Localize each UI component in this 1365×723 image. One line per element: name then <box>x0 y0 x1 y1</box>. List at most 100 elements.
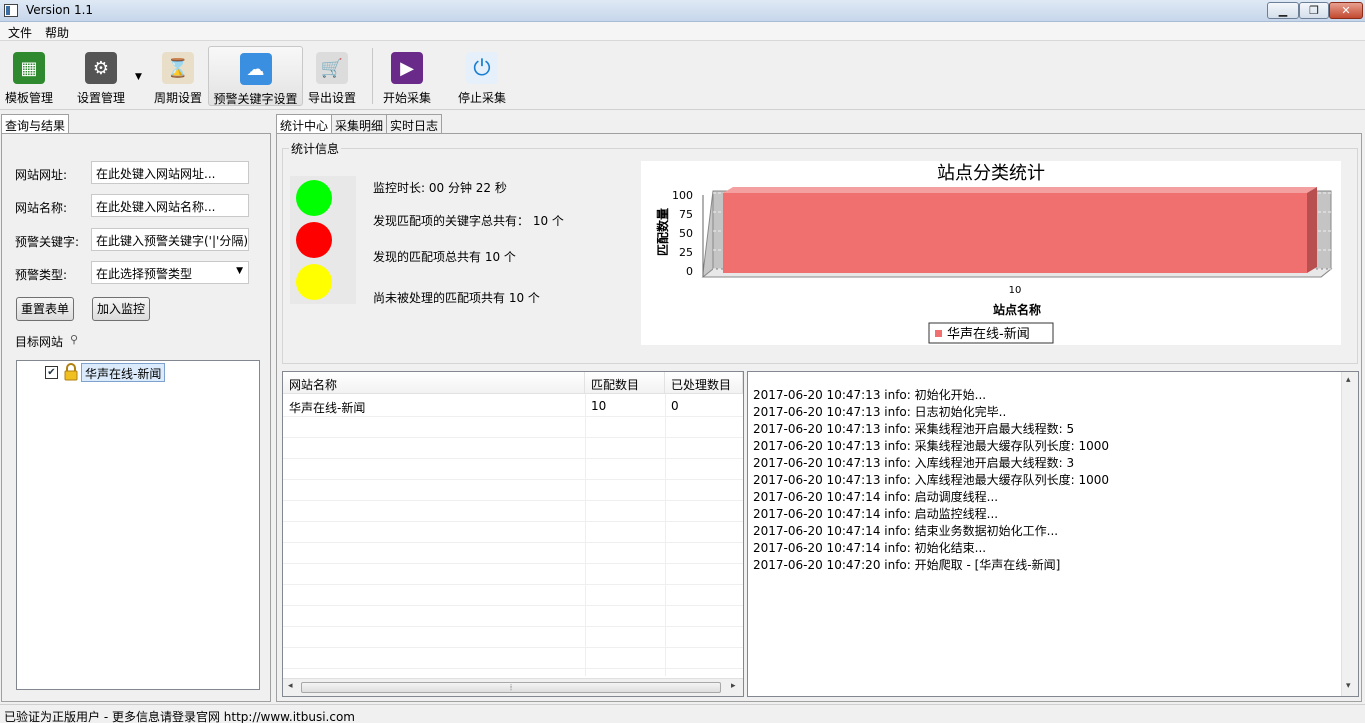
chart-x-tick-label: 10 <box>1009 285 1022 296</box>
grid-column-line <box>585 394 586 676</box>
chart-svg: 站点分类统计 0 25 50 75 100 10 站点名称 匹配数量 华声在线-新闻 <box>655 163 1333 344</box>
alert-keyword-settings-button[interactable]: ☁ 预警关键字设置 <box>208 46 303 106</box>
grid-row-line <box>283 584 743 585</box>
grid-row-line <box>283 605 743 606</box>
status-lights <box>290 176 356 304</box>
tab-query-results[interactable]: 查询与结果 <box>1 114 70 134</box>
column-header-site-name[interactable]: 网站名称 <box>283 372 585 394</box>
scrollbar-thumb[interactable]: ⦙ <box>301 682 721 693</box>
scroll-right-icon[interactable]: ▸ <box>731 681 736 691</box>
red-light-icon <box>296 222 332 258</box>
log-line: 2017-06-20 10:47:13 info: 入库线程池最大缓存队列长度:… <box>753 473 1110 487</box>
horizontal-scrollbar[interactable]: ◂ ⦙ ▸ <box>283 678 743 696</box>
settings-dropdown-arrow[interactable]: ▼ <box>135 72 142 82</box>
lock-icon <box>64 363 78 381</box>
column-header-processed-count[interactable]: 已处理数目 <box>665 372 743 394</box>
minimize-button[interactable]: ▁ <box>1267 2 1299 19</box>
name-label: 网站名称: <box>15 201 68 215</box>
tab-realtime-log[interactable]: 实时日志 <box>386 114 443 134</box>
settings-manage-button[interactable]: ⚙ 设置管理 <box>70 46 132 106</box>
close-button[interactable]: ✕ <box>1329 2 1363 19</box>
toolbar: ▦ 模板管理 ⚙ 设置管理 ▼ ⌛ 周期设置 ☁ 预警关键字设置 🛒 导出设置 … <box>0 42 1365 110</box>
log-line: 2017-06-20 10:47:13 info: 入库线程池开启最大线程数: … <box>753 456 1075 470</box>
stats-group-title: 统计信息 <box>289 140 342 157</box>
log-line: 2017-06-20 10:47:13 info: 初始化开始... <box>753 388 987 402</box>
type-label: 预警类型: <box>15 268 68 282</box>
grid-row-line <box>283 647 743 648</box>
gear-icon: ⚙ <box>85 52 117 84</box>
keyword-input[interactable]: 在此键入预警关键字('|'分隔) <box>91 228 249 251</box>
chart-bar-top <box>723 187 1317 193</box>
chart-y-tick-label: 25 <box>679 246 693 259</box>
url-input[interactable]: 在此处键入网站网址... <box>91 161 249 184</box>
log-line: 2017-06-20 10:47:14 info: 启动监控线程... <box>753 507 999 521</box>
log-line: 2017-06-20 10:47:14 info: 启动调度线程... <box>753 490 999 504</box>
menu-bar: 文件 帮助 <box>0 22 1365 41</box>
monitor-duration: 监控时长: 00 分钟 22 秒 <box>373 181 507 195</box>
power-icon: ⏻ <box>466 52 498 84</box>
reset-form-button[interactable]: 重置表单 <box>16 297 74 321</box>
circuit-board-icon: ▦ <box>13 52 45 84</box>
url-label: 网站网址: <box>15 168 68 182</box>
maximize-button[interactable]: ❐ <box>1299 2 1329 19</box>
title-bar: Version 1.1 ▁ ❐ ✕ <box>0 0 1365 22</box>
period-settings-button[interactable]: ⌛ 周期设置 <box>150 46 206 106</box>
chart-bar-side <box>1307 187 1317 273</box>
chart-y-tick-label: 0 <box>686 265 693 278</box>
name-input[interactable]: 在此处键入网站名称... <box>91 194 249 217</box>
grid-row-line <box>283 521 743 522</box>
query-panel: 网站网址: 在此处键入网站网址... 网站名称: 在此处键入网站名称... 预警… <box>1 133 271 702</box>
log-line: 2017-06-20 10:47:14 info: 初始化结束... <box>753 541 987 555</box>
log-line: 2017-06-20 10:47:13 info: 日志初始化完毕.. <box>753 405 1007 419</box>
menu-help[interactable]: 帮助 <box>45 24 69 41</box>
grid-row-line <box>283 668 743 669</box>
grid-row-line <box>283 626 743 627</box>
log-output[interactable]: 2017-06-20 10:47:13 info: 初始化开始... 2017-0… <box>747 371 1359 697</box>
tab-stats-center[interactable]: 统计中心 <box>276 114 333 134</box>
site-stats-table: 网站名称 匹配数目 已处理数目 华声在线-新闻 10 0 ◂ ⦙ ▸ <box>282 371 744 697</box>
scroll-down-icon[interactable]: ▾ <box>1346 681 1351 691</box>
site-category-chart: 站点分类统计 0 25 50 75 100 10 站点名称 匹配数量 华声在线-新闻 <box>641 161 1341 345</box>
chevron-down-icon: ▼ <box>236 266 243 276</box>
status-bar: 已验证为正版用户 - 更多信息请登录官网 http://www.itbusi.c… <box>0 704 1365 723</box>
grid-column-line <box>665 394 666 676</box>
chart-y-axis-label: 匹配数量 <box>655 208 670 256</box>
log-line: 2017-06-20 10:47:20 info: 开始爬取 - [华声在线-新… <box>753 558 1061 572</box>
left-tab-bar: 查询与结果 <box>0 114 272 134</box>
menu-file[interactable]: 文件 <box>8 24 32 41</box>
chart-y-tick-label: 50 <box>679 227 693 240</box>
tree-node-site[interactable]: 华声在线-新闻 <box>81 363 166 382</box>
target-site-label: 目标网站 <box>15 335 64 349</box>
template-manage-button[interactable]: ▦ 模板管理 <box>2 46 56 106</box>
app-icon <box>4 4 18 17</box>
log-line: 2017-06-20 10:47:14 info: 结束业务数据初始化工作... <box>753 524 1059 538</box>
chart-title: 站点分类统计 <box>937 163 1045 184</box>
column-header-match-count[interactable]: 匹配数目 <box>585 372 665 394</box>
chart-bar <box>723 193 1307 273</box>
log-line: 2017-06-20 10:47:13 info: 采集线程池开启最大线程数: … <box>753 422 1075 436</box>
unprocessed-count: 尚未被处理的匹配项共有 10 个 <box>373 291 540 305</box>
chart-y-tick-label: 100 <box>672 189 693 202</box>
export-settings-button[interactable]: 🛒 导出设置 <box>304 46 360 106</box>
chart-legend: 华声在线-新闻 <box>928 322 1054 344</box>
hourglass-icon: ⌛ <box>162 52 194 84</box>
table-cell-match-count: 10 <box>591 399 607 413</box>
add-monitor-button[interactable]: 加入监控 <box>92 297 150 321</box>
vertical-scrollbar[interactable]: ▴ ▾ <box>1341 372 1358 696</box>
type-select[interactable]: 在此选择预警类型 ▼ <box>91 261 249 284</box>
stats-center-panel: 统计信息 监控时长: 00 分钟 22 秒 发现匹配项的关键字总共有： 10 个… <box>276 133 1362 702</box>
scroll-up-icon[interactable]: ▴ <box>1346 375 1351 385</box>
tab-collect-detail[interactable]: 采集明细 <box>331 114 388 134</box>
grid-row-line <box>283 500 743 501</box>
window-title: Version 1.1 <box>26 3 94 17</box>
target-site-tree: ✔ 华声在线-新闻 <box>16 360 260 690</box>
green-light-icon <box>296 180 332 216</box>
stop-collect-button[interactable]: ⏻ 停止采集 <box>453 46 511 106</box>
start-collect-button[interactable]: ▶ 开始采集 <box>378 46 436 106</box>
tree-node-checkbox[interactable]: ✔ <box>45 366 58 379</box>
cart-icon: 🛒 <box>316 52 348 84</box>
match-count: 发现的匹配项总共有 10 个 <box>373 250 516 264</box>
pin-icon: ⚲ <box>70 333 79 346</box>
right-tab-bar: 统计中心 采集明细 实时日志 <box>275 114 1365 134</box>
scroll-left-icon[interactable]: ◂ <box>288 681 293 691</box>
